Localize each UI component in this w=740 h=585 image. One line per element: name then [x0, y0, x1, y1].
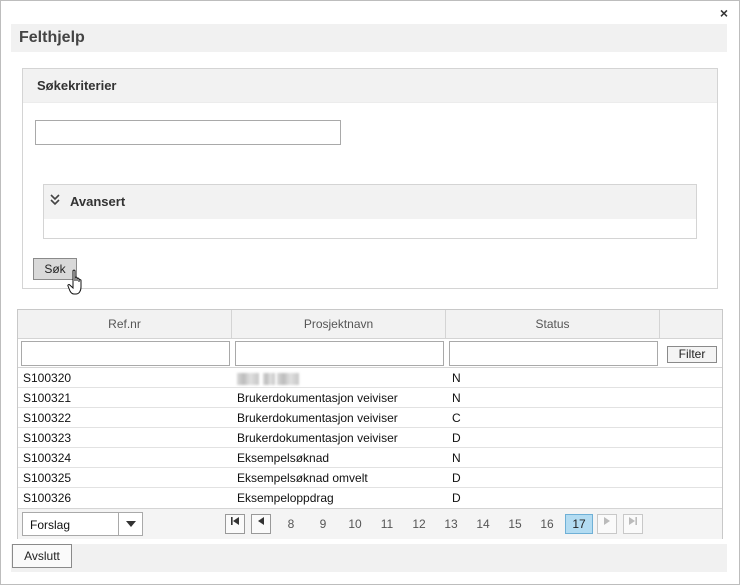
- table-row[interactable]: S100321 Brukerdokumentasjon veiviser N: [18, 388, 722, 408]
- dialog-title: Felthjelp: [19, 29, 85, 46]
- table-row[interactable]: S100325 Eksempelsøknad omvelt D: [18, 468, 722, 488]
- cell-status: D: [452, 491, 461, 505]
- filter-row: Filter: [18, 339, 722, 368]
- cell-prosjektnavn-redacted: [237, 371, 299, 385]
- forslag-select[interactable]: Forslag: [22, 512, 143, 536]
- table-row[interactable]: S100323 Brukerdokumentasjon veiviser D: [18, 428, 722, 448]
- results-grid: Ref.nr Prosjektnavn Status Filter S10032…: [17, 309, 723, 539]
- hand-cursor-icon: [67, 269, 82, 295]
- table-row[interactable]: S100324 Eksempelsøknad N: [18, 448, 722, 468]
- cell-status: N: [452, 451, 461, 465]
- cell-refnr: S100324: [23, 451, 72, 465]
- page-number[interactable]: 14: [469, 514, 497, 534]
- cell-prosjektnavn: Eksempelsøknad omvelt: [237, 471, 368, 485]
- page-number[interactable]: 15: [501, 514, 529, 534]
- table-row[interactable]: S100322 Brukerdokumentasjon veiviser C: [18, 408, 722, 428]
- expand-chevron-icon[interactable]: [50, 194, 60, 209]
- table-row[interactable]: S100326 Eksempeloppdrag D: [18, 488, 722, 508]
- column-header-status[interactable]: Status: [446, 310, 660, 339]
- filter-input-prosjektnavn[interactable]: [235, 341, 444, 366]
- chevron-down-icon[interactable]: [118, 513, 142, 535]
- cell-refnr: S100322: [23, 411, 72, 425]
- column-header-prosjektnavn[interactable]: Prosjektnavn: [232, 310, 446, 339]
- pager: Forslag 8 9 10 11 12 13 14 15 16 17: [18, 508, 722, 539]
- cell-prosjektnavn: Brukerdokumentasjon veiviser: [237, 411, 398, 425]
- grid-header: Ref.nr Prosjektnavn Status: [18, 310, 722, 339]
- field-help-dialog: × Felthjelp Søkekriterier Avansert Søk R…: [0, 0, 740, 585]
- next-page-icon[interactable]: [597, 514, 617, 534]
- page-number[interactable]: 11: [373, 514, 401, 534]
- cell-status: D: [452, 471, 461, 485]
- cell-refnr: S100321: [23, 391, 72, 405]
- cell-status: N: [452, 391, 461, 405]
- page-number[interactable]: 16: [533, 514, 561, 534]
- page-number[interactable]: 13: [437, 514, 465, 534]
- page-number-active[interactable]: 17: [565, 514, 593, 534]
- cell-prosjektnavn: Eksempeloppdrag: [237, 491, 334, 505]
- cell-status: N: [452, 371, 461, 385]
- cell-refnr: S100326: [23, 491, 72, 505]
- filter-button[interactable]: Filter: [667, 346, 717, 363]
- page-number[interactable]: 10: [341, 514, 369, 534]
- page-number[interactable]: 8: [277, 514, 305, 534]
- cell-prosjektnavn: Eksempelsøknad: [237, 451, 330, 465]
- cell-status: C: [452, 411, 461, 425]
- dialog-footer: Avslutt: [11, 544, 727, 572]
- close-icon[interactable]: ×: [717, 5, 731, 21]
- column-header-refnr[interactable]: Ref.nr: [18, 310, 232, 339]
- cell-prosjektnavn: Brukerdokumentasjon veiviser: [237, 431, 398, 445]
- last-page-icon[interactable]: [623, 514, 643, 534]
- advanced-label[interactable]: Avansert: [70, 194, 125, 209]
- page-number[interactable]: 12: [405, 514, 433, 534]
- page-number[interactable]: 9: [309, 514, 337, 534]
- previous-page-icon[interactable]: [251, 514, 271, 534]
- cell-refnr: S100325: [23, 471, 72, 485]
- dialog-title-bar: Felthjelp: [11, 24, 727, 52]
- table-row[interactable]: S100320 N: [18, 368, 722, 388]
- cell-refnr: S100323: [23, 431, 72, 445]
- filter-input-refnr[interactable]: [21, 341, 230, 366]
- forslag-select-value: Forslag: [30, 518, 71, 532]
- search-criteria-panel: Søkekriterier Avansert Søk: [22, 68, 718, 289]
- advanced-panel: Avansert: [43, 184, 697, 239]
- filter-input-status[interactable]: [449, 341, 658, 366]
- search-criteria-title: Søkekriterier: [37, 78, 117, 93]
- column-header-actions: [660, 310, 722, 339]
- cell-refnr: S100320: [23, 371, 72, 385]
- search-criteria-header: Søkekriterier: [23, 69, 717, 103]
- cell-prosjektnavn: Brukerdokumentasjon veiviser: [237, 391, 398, 405]
- search-input[interactable]: [35, 120, 341, 145]
- cell-status: D: [452, 431, 461, 445]
- close-dialog-button[interactable]: Avslutt: [12, 544, 72, 568]
- advanced-header[interactable]: Avansert: [44, 185, 696, 219]
- first-page-icon[interactable]: [225, 514, 245, 534]
